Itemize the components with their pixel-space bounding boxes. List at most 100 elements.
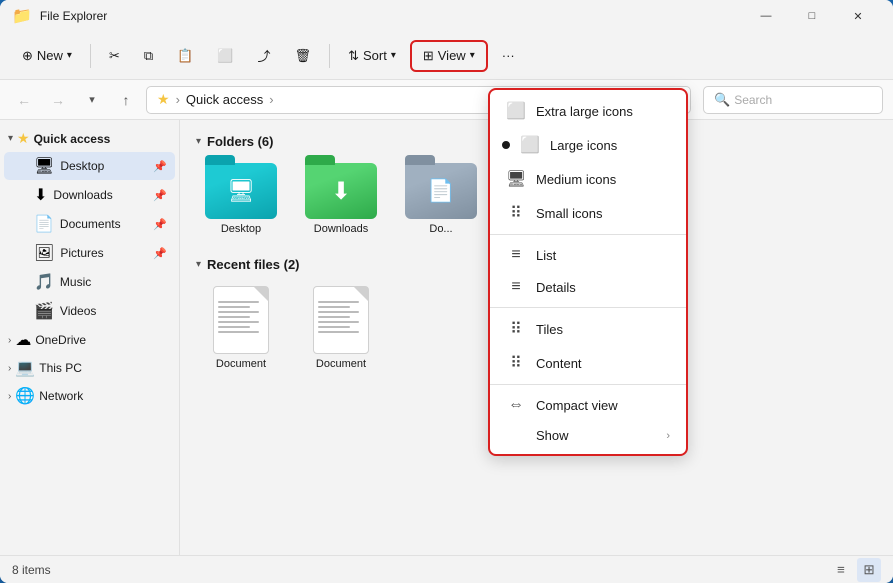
recent-expand-icon[interactable]: ▾ [196,259,201,270]
active-bullet [502,141,510,149]
delete-icon: 🗑 [295,48,312,64]
share-button[interactable]: ⤴ [248,41,281,70]
pin-icon-2: 📌 [153,189,167,202]
toolbar-separator-2 [329,44,330,68]
file-doc1[interactable]: Document [196,280,286,376]
path-star-icon: ★ [157,91,170,108]
copy-button[interactable]: ⧉ [134,43,163,69]
file-doc2[interactable]: Document [296,280,386,376]
statusbar: 8 items ≡ ⊞ [0,555,893,583]
minimize-button[interactable]: — [743,0,789,32]
folders-expand-icon[interactable]: ▾ [196,136,201,147]
view-button[interactable]: ⊞ View ▾ [413,43,485,69]
file-explorer-window: 📁 File Explorer — □ ✕ ⊕ New ▾ ✂ ⧉ 📋 ⬜ ⤴ … [0,0,893,583]
cut-button[interactable]: ✂ [99,43,130,69]
sidebar-item-documents[interactable]: 📄 Documents 📌 [4,210,175,238]
doc-line [218,311,259,313]
rename-icon: ⬜ [217,48,233,64]
sort-button[interactable]: ⇅ Sort ▾ [338,43,406,69]
doc-lines-2 [318,301,364,333]
folder-documents-icon: 📄 [405,163,477,219]
search-box[interactable]: 🔍 Search [703,86,883,114]
sidebar-item-desktop[interactable]: 🖥 Desktop 📌 [4,152,175,180]
show-arrow-icon: › [666,430,670,442]
path-quick-access: Quick access [186,92,263,107]
expand-right-icon-2: › [8,363,11,374]
pictures-icon: 🖼 [34,243,54,263]
videos-icon: 🎬 [34,301,54,321]
doc-line [318,301,359,303]
menu-details[interactable]: ≡ Details [490,271,686,303]
extra-large-label: Extra large icons [536,104,633,119]
sort-label: Sort [363,48,387,63]
sidebar-item-downloads[interactable]: ⬇ Downloads 📌 [4,181,175,209]
new-label: New [37,48,63,63]
doc-line [318,311,359,313]
folder-desktop-name: Desktop [221,223,261,235]
folder-documents[interactable]: 📄 Do... [396,157,486,241]
doc-line [318,326,350,328]
sidebar-thispc-label: This PC [39,361,82,375]
main-content: ▾ ★ Quick access 🖥 Desktop 📌 ⬇ Downloads… [0,120,893,555]
sidebar-quick-access-group[interactable]: ▾ ★ Quick access [0,126,179,151]
network-icon: 🌐 [15,386,35,406]
menu-extra-large-icons[interactable]: ⬜ Extra large icons [490,94,686,128]
small-label: Small icons [536,206,602,221]
sidebar-item-music[interactable]: 🎵 Music [4,268,175,296]
compact-label: Compact view [536,398,618,413]
menu-small-icons[interactable]: ⠿ Small icons [490,196,686,230]
doc-icon-2 [313,286,369,354]
forward-button[interactable]: → [44,86,72,114]
back-button[interactable]: ← [10,86,38,114]
menu-large-icons[interactable]: ⬜ Large icons [490,128,686,162]
paste-icon: 📋 [177,48,193,64]
maximize-button[interactable]: □ [789,0,835,32]
close-button[interactable]: ✕ [835,0,881,32]
new-button[interactable]: ⊕ New ▾ [12,43,82,69]
path-separator: › [176,92,180,107]
delete-button[interactable]: 🗑 [285,43,322,69]
rename-button[interactable]: ⬜ [207,43,243,69]
doc-line [218,321,259,323]
grid-view-button[interactable]: ⊞ [857,558,881,582]
sidebar-item-videos[interactable]: 🎬 Videos [4,297,175,325]
thispc-icon: 💻 [15,358,35,378]
doc-line [318,316,350,318]
doc-line [318,306,350,308]
file-doc2-name: Document [316,358,366,370]
sidebar-item-pictures[interactable]: 🖼 Pictures 📌 [4,239,175,267]
pictures-label: Pictures [60,246,147,260]
menu-tiles[interactable]: ⠿ Tiles [490,312,686,346]
more-button[interactable]: ··· [492,43,525,68]
sidebar-network-group[interactable]: › 🌐 Network [0,382,179,410]
sidebar-onedrive-group[interactable]: › ☁ OneDrive [0,326,179,354]
expand-right-icon: › [8,335,11,346]
folder-downloads-name: Downloads [314,223,368,235]
cut-icon: ✂ [109,48,120,64]
up-button[interactable]: ↑ [112,86,140,114]
menu-list[interactable]: ≡ List [490,239,686,271]
list-view-button[interactable]: ≡ [829,558,853,582]
sidebar-quick-access-label: Quick access [34,132,111,146]
expand-nav-button[interactable]: ▾ [78,86,106,114]
tiles-label: Tiles [536,322,563,337]
sidebar-network-label: Network [39,389,83,403]
menu-show[interactable]: Show › [490,421,686,450]
menu-medium-icons[interactable]: 🖥 Medium icons [490,162,686,196]
folder-downloads[interactable]: ⬇ Downloads [296,157,386,241]
pin-icon-3: 📌 [153,218,167,231]
folder-desktop[interactable]: 🖥 Desktop [196,157,286,241]
paste-button[interactable]: 📋 [167,43,203,69]
pin-icon: 📌 [153,160,167,173]
toolbar-separator-1 [90,44,91,68]
menu-compact-view[interactable]: ⇔ Compact view [490,389,686,421]
doc-line [218,316,250,318]
view-chevron-icon: ▾ [470,50,475,61]
star-icon: ★ [17,130,30,147]
downloads-label: Downloads [53,188,147,202]
addressbar: ← → ▾ ↑ ★ › Quick access › ▾ 🔍 Search [0,80,893,120]
toolbar: ⊕ New ▾ ✂ ⧉ 📋 ⬜ ⤴ 🗑 ⇅ Sort ▾ ⊞ View ▾ ··… [0,32,893,80]
menu-content[interactable]: ⠿ Content [490,346,686,380]
sidebar-thispc-group[interactable]: › 💻 This PC [0,354,179,382]
show-label: Show [536,428,569,443]
